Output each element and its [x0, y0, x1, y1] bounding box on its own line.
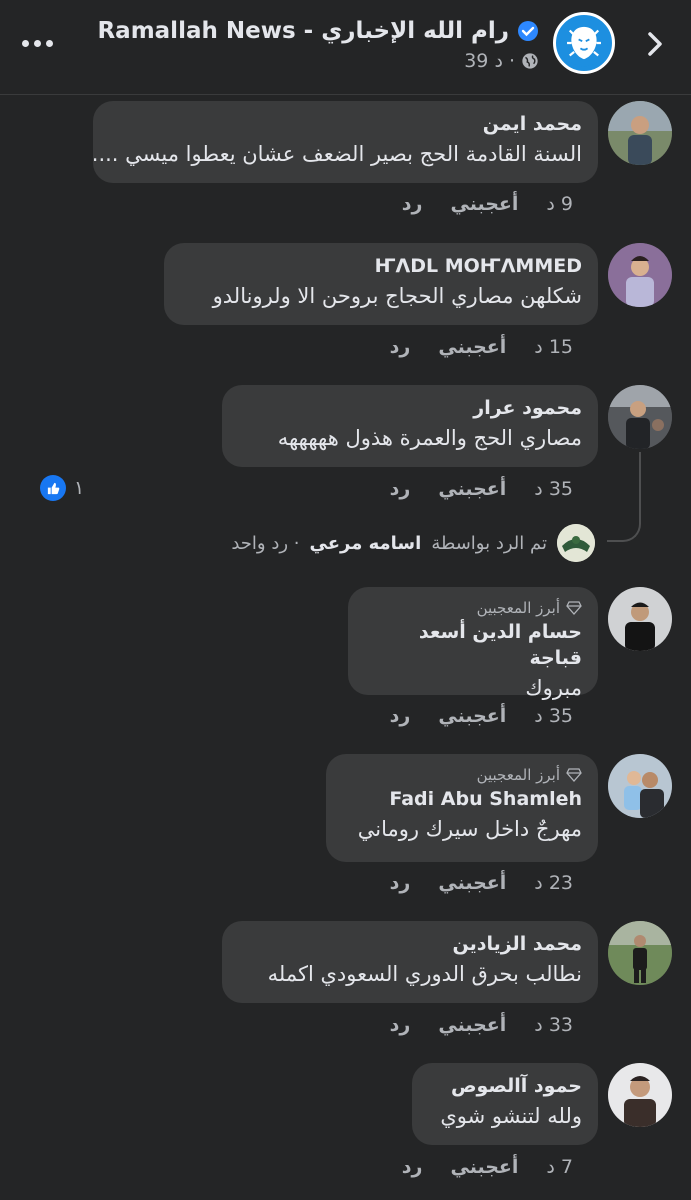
commenter-name[interactable]: محمد ايمن — [109, 111, 582, 137]
comment-bubble[interactable]: أبرز المعجبين Fadi Abu Shamleh مهرجٌ داخ… — [326, 754, 598, 862]
comment-time[interactable]: 35 د — [534, 705, 573, 727]
reply-button[interactable]: رد — [390, 872, 411, 894]
comment-bubble[interactable]: محمد الزيادين نطالب بحرق الدوري السعودي … — [222, 921, 598, 1003]
reply-button[interactable]: رد — [402, 1156, 423, 1178]
reaction-summary[interactable]: ١ — [40, 475, 84, 501]
thumbs-up-icon — [40, 475, 66, 501]
diamond-icon — [566, 601, 582, 615]
back-chevron-icon[interactable] — [641, 30, 669, 58]
top-fan-badge: أبرز المعجبين — [364, 597, 582, 619]
reply-button[interactable]: رد — [390, 478, 411, 500]
like-button[interactable]: أعجبني — [438, 705, 506, 727]
comment-bubble[interactable]: محمد ايمن السنة القادمة الحج بصير الضعف … — [91, 101, 598, 183]
comment-actions: 9 د أعجبني رد — [402, 193, 573, 215]
commenter-avatar[interactable] — [608, 101, 672, 165]
commenter-name[interactable]: ҤΛDL MOҤΛMMED — [180, 253, 582, 279]
like-button[interactable]: أعجبني — [438, 1014, 506, 1036]
like-button[interactable]: أعجبني — [450, 193, 518, 215]
lion-logo-icon — [560, 19, 608, 67]
commenter-name[interactable]: Fadi Abu Shamleh — [342, 786, 582, 812]
comment-text: مبروك — [525, 676, 582, 700]
globe-icon — [522, 53, 538, 69]
comment-actions: 15 د أعجبني رد — [390, 336, 573, 358]
reply-button[interactable]: رد — [402, 193, 423, 215]
like-button[interactable]: أعجبني — [438, 478, 506, 500]
comment-time[interactable]: 7 د — [546, 1156, 573, 1178]
reply-count: · رد واحد — [231, 532, 300, 554]
comment-text: مهرجٌ داخل سيرك روماني — [357, 817, 582, 841]
replier-avatar — [557, 524, 595, 562]
replier-name[interactable]: اسامه مرعي — [310, 533, 422, 554]
comment-time[interactable]: 23 د — [534, 872, 573, 894]
thread-connector — [607, 452, 641, 542]
comment-bubble[interactable]: ҤΛDL MOҤΛMMED شكلهن مصاري الحجاج بروحن ا… — [164, 243, 598, 325]
comment-actions: 33 د أعجبني رد — [390, 1014, 573, 1036]
more-dots-icon[interactable] — [22, 33, 54, 53]
page-title[interactable]: Ramallah News - رام الله الإخباري — [97, 16, 539, 46]
like-button[interactable]: أعجبني — [438, 336, 506, 358]
comment-bubble[interactable]: محمود عرار مصاري الحج والعمرة هذول ههههه… — [222, 385, 598, 467]
post-header: Ramallah News - رام الله الإخباري 39 د · — [0, 0, 691, 95]
comment-text: ولله لتنشو شوي — [440, 1104, 582, 1128]
comment-time[interactable]: 9 د — [546, 193, 573, 215]
reaction-count: ١ — [74, 477, 85, 499]
verified-badge-icon — [518, 21, 538, 41]
commenter-name[interactable]: محمود عرار — [238, 395, 582, 421]
badge-label: أبرز المعجبين — [476, 766, 560, 784]
commenter-name[interactable]: محمد الزيادين — [238, 931, 582, 957]
reply-button[interactable]: رد — [390, 336, 411, 358]
comment-text: شكلهن مصاري الحجاج بروحن الا ولرونالدو — [212, 284, 582, 308]
reply-button[interactable]: رد — [390, 1014, 411, 1036]
comment-bubble[interactable]: حمود آالصوص ولله لتنشو شوي — [412, 1063, 598, 1145]
comment-time[interactable]: 15 د — [534, 336, 573, 358]
page-name[interactable]: Ramallah News - رام الله الإخباري — [97, 18, 509, 44]
like-button[interactable]: أعجبني — [438, 872, 506, 894]
page-avatar[interactable] — [553, 12, 615, 74]
comment-time[interactable]: 35 د — [534, 478, 573, 500]
comment-actions: 35 د أعجبني رد — [390, 705, 573, 727]
commenter-name[interactable]: حمود آالصوص — [428, 1073, 582, 1099]
top-fan-badge: أبرز المعجبين — [342, 764, 582, 786]
post-meta: 39 د · — [464, 50, 539, 72]
commenter-avatar[interactable] — [608, 921, 672, 985]
comment-text: مصاري الحج والعمرة هذول هههههه — [277, 426, 582, 450]
diamond-icon — [566, 768, 582, 782]
comment-text: السنة القادمة الحج بصير الضعف عشان يعطوا… — [91, 142, 582, 166]
commenter-avatar[interactable] — [608, 385, 672, 449]
commenter-avatar[interactable] — [608, 587, 672, 651]
post-time: 39 د · — [464, 50, 515, 72]
like-button[interactable]: أعجبني — [450, 1156, 518, 1178]
comment-actions: 35 د أعجبني رد — [390, 478, 573, 500]
comment-actions: 7 د أعجبني رد — [402, 1156, 573, 1178]
commenter-name[interactable]: حسام الدين أسعد قباجة — [364, 619, 582, 671]
reply-summary-prefix: تم الرد بواسطة — [431, 532, 547, 554]
commenter-avatar[interactable] — [608, 1063, 672, 1127]
comment-actions: 23 د أعجبني رد — [390, 872, 573, 894]
view-replies-link[interactable]: تم الرد بواسطة اسامه مرعي · رد واحد — [231, 524, 595, 562]
commenter-avatar[interactable] — [608, 243, 672, 307]
commenter-avatar[interactable] — [608, 754, 672, 818]
comment-time[interactable]: 33 د — [534, 1014, 573, 1036]
badge-label: أبرز المعجبين — [476, 599, 560, 617]
reply-button[interactable]: رد — [390, 705, 411, 727]
comment-bubble[interactable]: أبرز المعجبين حسام الدين أسعد قباجة مبرو… — [348, 587, 598, 700]
comment-text: نطالب بحرق الدوري السعودي اكمله — [267, 962, 582, 986]
